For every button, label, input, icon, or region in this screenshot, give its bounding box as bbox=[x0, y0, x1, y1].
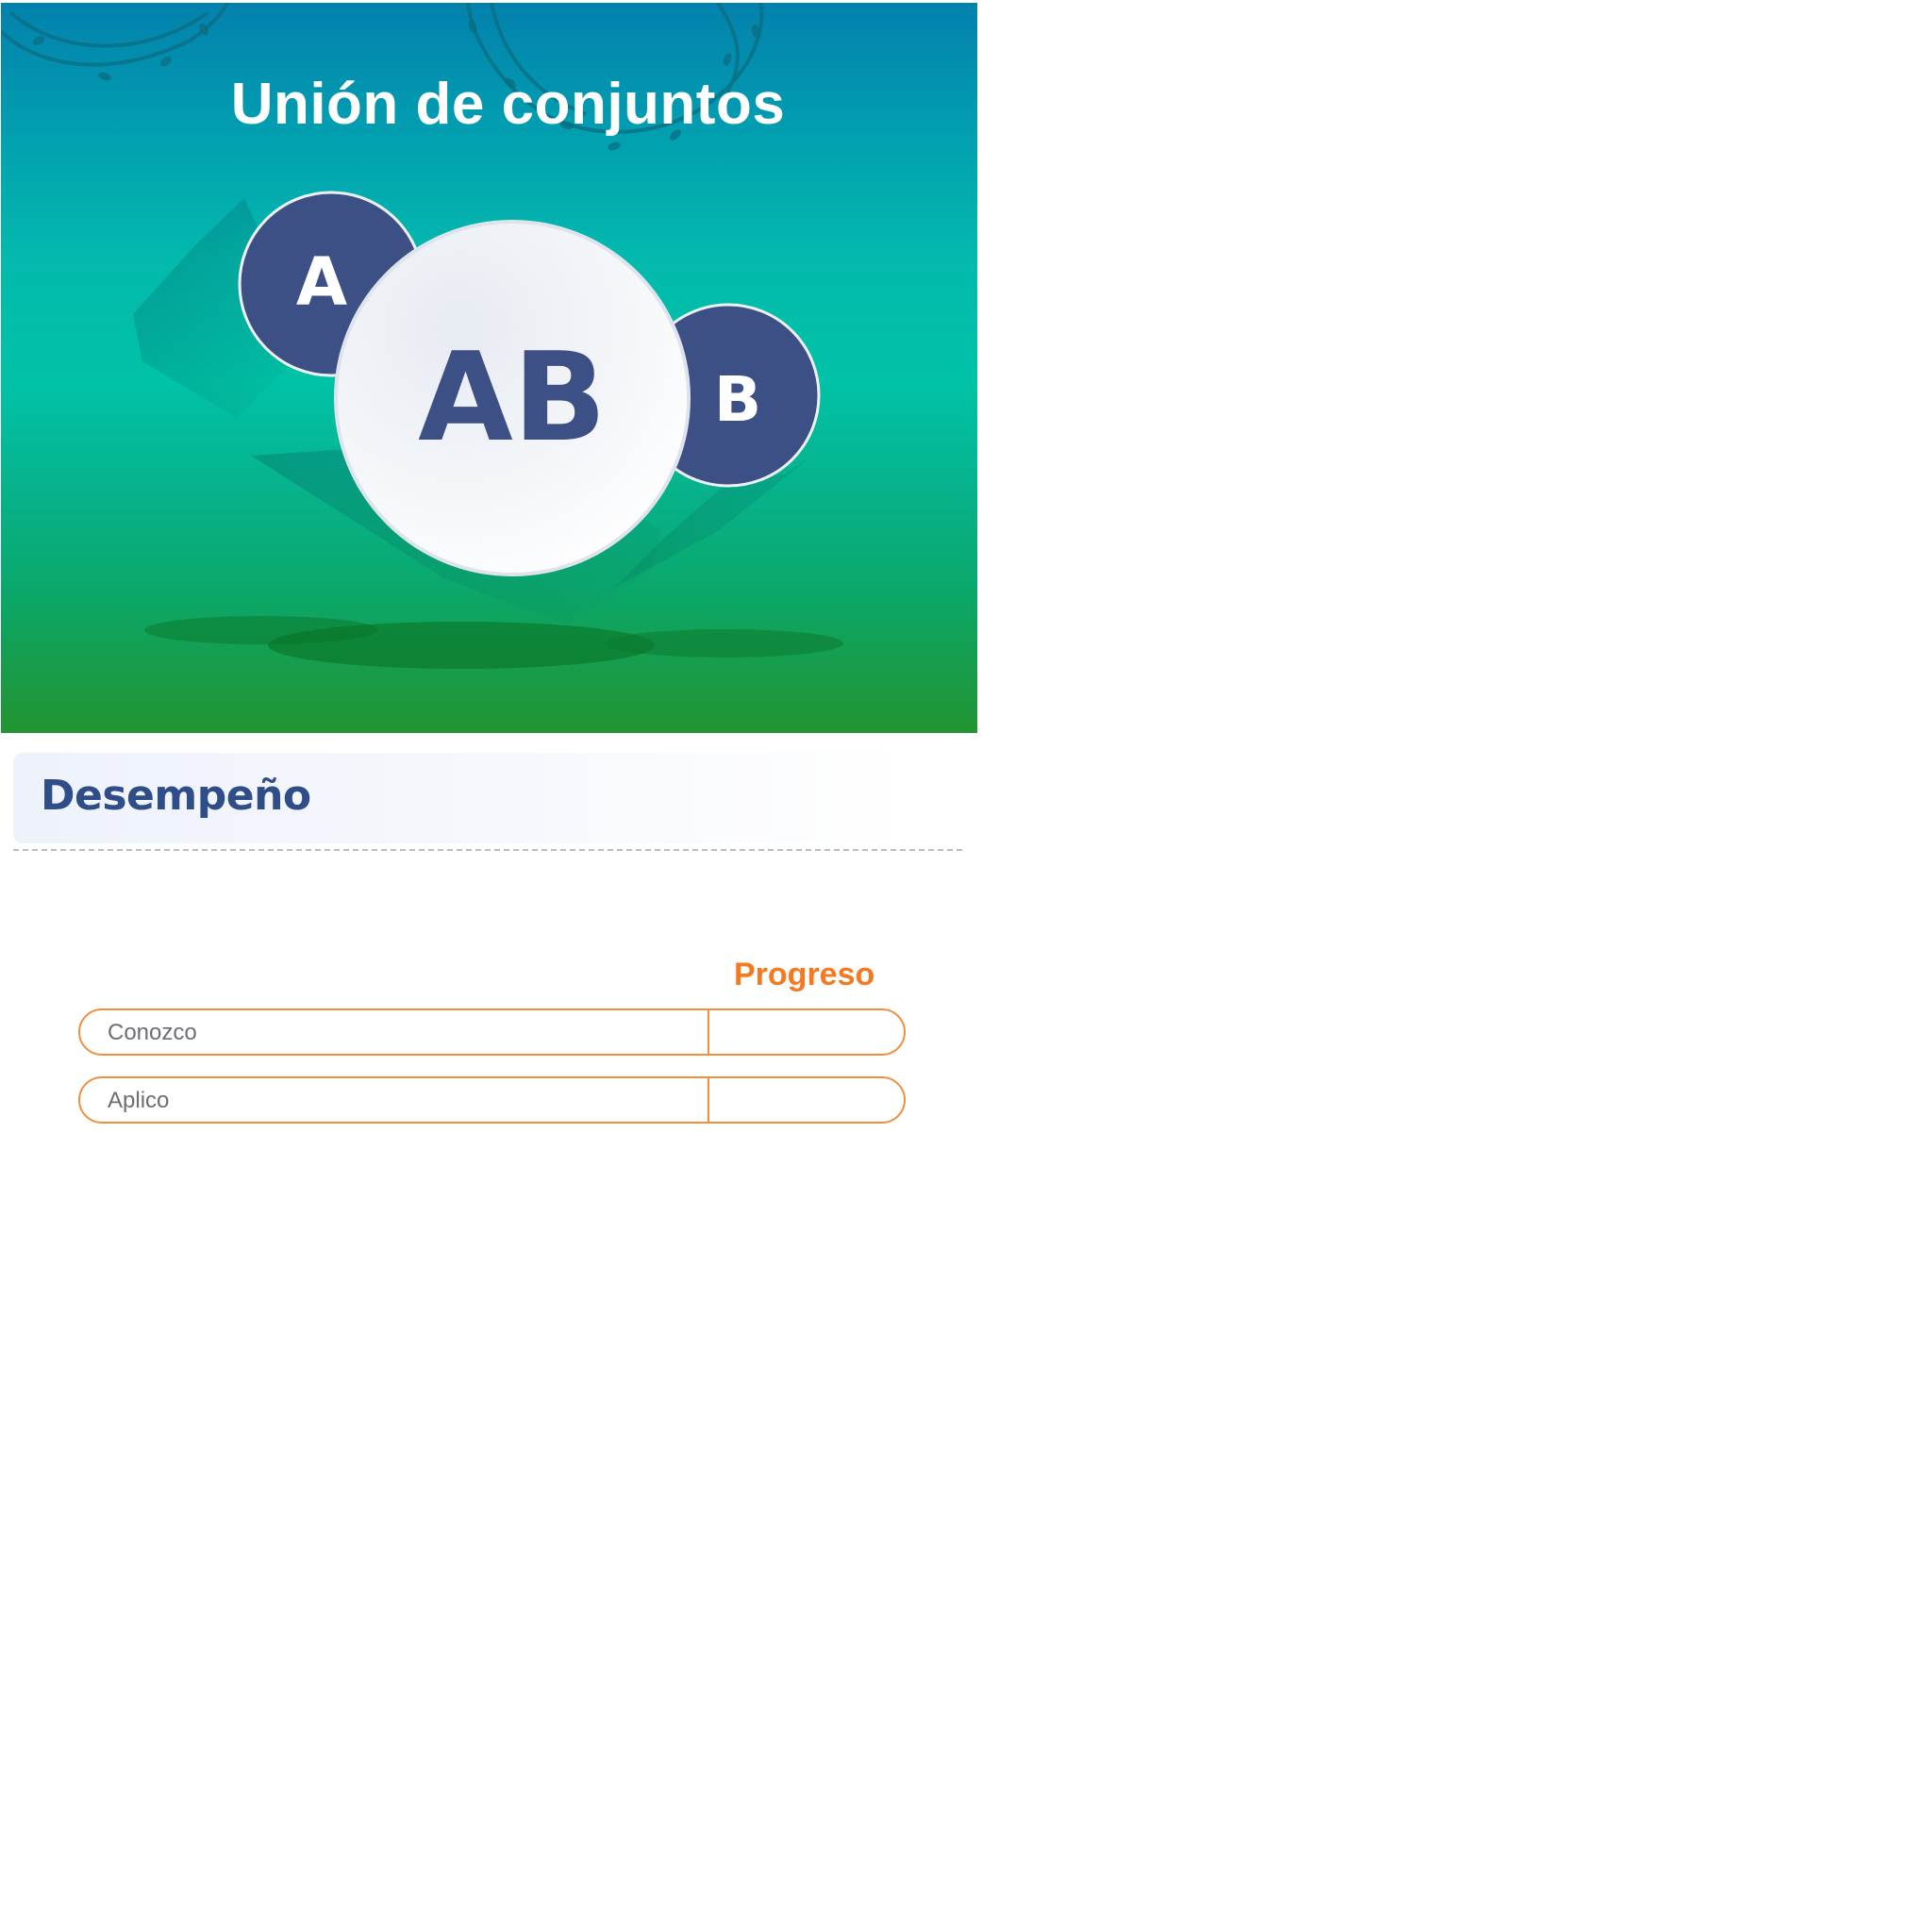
progress-row-conozco: Conozco bbox=[78, 1008, 906, 1056]
progress-value-field[interactable] bbox=[709, 1078, 904, 1122]
page: Unión de conjuntos A B AB Desempeño Prog… bbox=[0, 0, 1932, 1932]
progress-heading: Progreso bbox=[734, 957, 875, 992]
progress-row-label: Aplico bbox=[108, 1088, 170, 1113]
dashed-divider bbox=[13, 849, 962, 851]
hero-banner: Unión de conjuntos A B AB bbox=[1, 3, 977, 733]
ground-shadow-ab bbox=[268, 622, 655, 669]
section-title: Desempeño bbox=[41, 772, 311, 820]
progress-row-aplico: Aplico bbox=[78, 1076, 906, 1124]
circle-a-label: A bbox=[296, 243, 347, 321]
circle-b-label: B bbox=[714, 363, 761, 436]
section-header: Desempeño bbox=[13, 753, 909, 843]
circle-union-label: AB bbox=[418, 325, 607, 469]
progress-value-field[interactable] bbox=[709, 1010, 904, 1054]
progress-row-label: Conozco bbox=[108, 1020, 197, 1045]
ground-shadow-b bbox=[606, 629, 843, 658]
venn-illustration: A B AB bbox=[133, 191, 843, 669]
